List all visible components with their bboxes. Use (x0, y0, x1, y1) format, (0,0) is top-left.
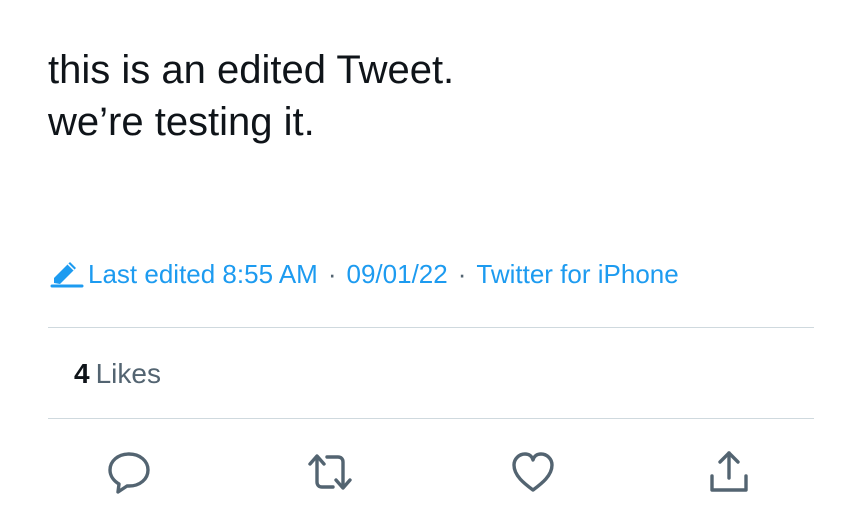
likes-label: Likes (95, 358, 161, 389)
retweet-button[interactable] (304, 446, 356, 498)
tweet-meta: Last edited 8:55 AM · 09/01/22 · Twitter… (50, 254, 679, 294)
pencil-icon[interactable] (50, 259, 84, 289)
tweet-date-link[interactable]: 09/01/22 (347, 259, 448, 290)
tweet-text: this is an edited Tweet. we’re testing i… (48, 44, 808, 148)
like-button[interactable] (507, 446, 559, 498)
tweet-source-link[interactable]: Twitter for iPhone (476, 259, 678, 290)
meta-separator: · (457, 258, 467, 289)
heart-icon (512, 452, 554, 492)
likes-stat[interactable]: 4 Likes (74, 354, 161, 394)
share-icon (710, 451, 748, 492)
divider (48, 327, 814, 328)
action-bar (0, 446, 841, 498)
tweet-text-line-2: we’re testing it. (48, 100, 315, 144)
tweet-text-line-1: this is an edited Tweet. (48, 48, 455, 92)
reply-button[interactable] (103, 446, 155, 498)
divider (48, 418, 814, 419)
likes-count: 4 (74, 358, 90, 389)
last-edited-link[interactable]: Last edited 8:55 AM (88, 259, 318, 290)
share-button[interactable] (703, 446, 755, 498)
retweet-icon (308, 454, 352, 490)
reply-icon (108, 452, 150, 494)
meta-separator: · (327, 258, 337, 289)
